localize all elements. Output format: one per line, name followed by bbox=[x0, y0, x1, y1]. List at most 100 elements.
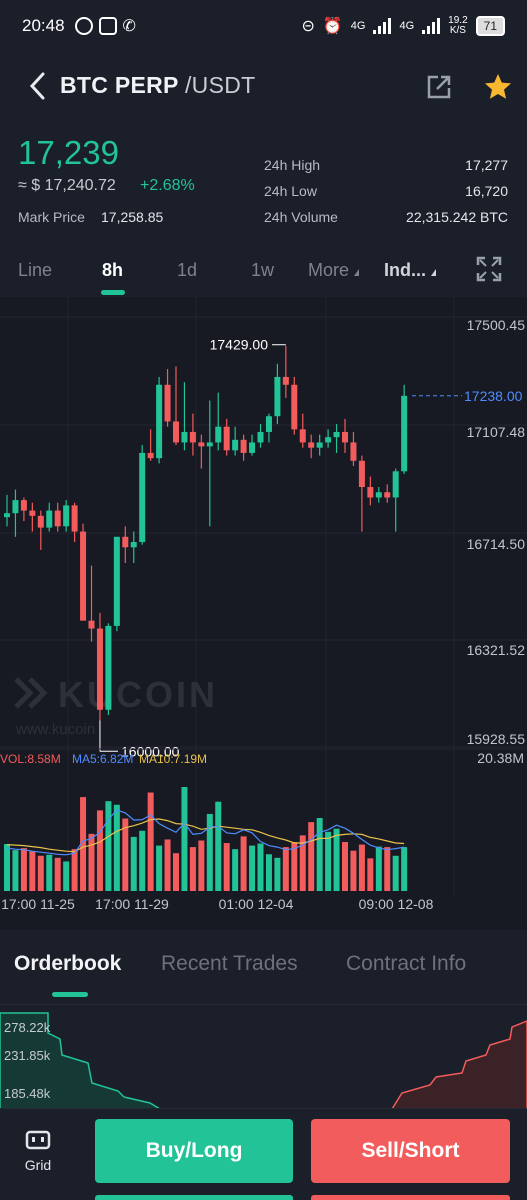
price-change-percent: +2.68% bbox=[140, 177, 195, 194]
candle-body bbox=[29, 510, 36, 516]
candle-body bbox=[265, 416, 272, 432]
candle-body bbox=[181, 431, 188, 443]
candle-body bbox=[274, 376, 281, 417]
candle-body bbox=[80, 531, 87, 621]
volume-axis-label: 20.38M bbox=[477, 750, 524, 766]
volume-bar bbox=[71, 849, 78, 891]
volume-bar bbox=[181, 787, 188, 891]
candle-body bbox=[291, 384, 298, 430]
volume-bar bbox=[54, 857, 61, 891]
ma5-label: MA5:6.82M bbox=[72, 752, 133, 766]
volume-bar bbox=[384, 847, 391, 891]
do-not-disturb-icon: ⊝ bbox=[301, 18, 315, 35]
volume-bar bbox=[249, 845, 256, 891]
volume-bar bbox=[4, 844, 10, 891]
depth-label-3: 185.48k bbox=[4, 1086, 51, 1101]
candle-body bbox=[257, 431, 264, 443]
volume-24h-value: 22,315.242 BTC bbox=[406, 209, 508, 225]
candle-body bbox=[282, 376, 289, 385]
high-24h-value: 17,277 bbox=[465, 157, 508, 173]
volume-bar bbox=[282, 847, 289, 891]
tab-indicators[interactable]: Ind... bbox=[384, 260, 436, 281]
volume-bar bbox=[265, 854, 272, 891]
volume-bar bbox=[139, 830, 146, 891]
mark-price-value: 17,258.85 bbox=[101, 209, 164, 225]
volume-bar bbox=[63, 861, 70, 891]
volume-bar bbox=[375, 846, 382, 891]
candle-body bbox=[12, 500, 19, 514]
volume-bar bbox=[12, 850, 19, 891]
candle-body bbox=[333, 431, 340, 438]
candle-body bbox=[316, 442, 323, 448]
tab-8h[interactable]: 8h bbox=[102, 260, 123, 281]
candle-body bbox=[215, 426, 222, 443]
volume-bar bbox=[308, 822, 315, 891]
volume-bar bbox=[105, 801, 112, 891]
candle-body bbox=[54, 510, 61, 527]
watermark-text: KUCOIN bbox=[58, 674, 218, 715]
candle-body bbox=[46, 510, 53, 528]
tab-line[interactable]: Line bbox=[18, 260, 52, 281]
high-24h-label: 24h High bbox=[264, 157, 321, 173]
candle-body bbox=[71, 505, 78, 532]
candle-body bbox=[249, 442, 256, 453]
candlestick-chart[interactable]: KUCOIN www.kucoin 17500.45 17107.48 16714.50… bbox=[0, 297, 527, 930]
candle-body bbox=[130, 542, 137, 548]
sell-short-button[interactable]: Sell/Short bbox=[311, 1119, 510, 1183]
app-notification-icon bbox=[98, 17, 117, 35]
volume-bar bbox=[88, 833, 95, 891]
price-axis-label: 15928.55 bbox=[467, 731, 526, 747]
tab-1w[interactable]: 1w bbox=[251, 260, 274, 281]
mark-price-label: Mark Price bbox=[18, 209, 85, 225]
grid-bot-icon bbox=[25, 1130, 51, 1150]
grid-button[interactable]: Grid bbox=[18, 1129, 58, 1179]
candle-body bbox=[173, 421, 179, 443]
pair-title[interactable]: BTC PERP /USDT bbox=[60, 72, 255, 99]
candle-body bbox=[384, 492, 391, 498]
back-arrow-icon[interactable] bbox=[28, 72, 46, 100]
price-axis-label: 16714.50 bbox=[467, 536, 526, 552]
tab-orderbook[interactable]: Orderbook bbox=[14, 952, 121, 976]
whatsapp-icon bbox=[74, 17, 93, 35]
fullscreen-icon[interactable] bbox=[476, 256, 502, 282]
tab-contract-info[interactable]: Contract Info bbox=[346, 952, 466, 976]
tab-1d[interactable]: 1d bbox=[177, 260, 197, 281]
volume-bar bbox=[20, 848, 27, 891]
watermark-logo-icon bbox=[14, 677, 48, 709]
candle-body bbox=[325, 437, 332, 443]
orderbook-tabs: Orderbook Recent Trades Contract Info bbox=[0, 940, 527, 1000]
grid-label: Grid bbox=[24, 1157, 52, 1173]
candle-body bbox=[122, 536, 129, 548]
alarm-icon: ⏰ bbox=[322, 18, 343, 35]
low-24h-label: 24h Low bbox=[264, 183, 317, 199]
volume-bar bbox=[392, 855, 399, 891]
candle-body bbox=[189, 431, 196, 443]
volume-bar bbox=[274, 857, 281, 891]
favorite-star-icon[interactable] bbox=[483, 72, 513, 102]
signal-icon-2 bbox=[422, 18, 441, 34]
candle-body bbox=[223, 426, 230, 451]
volume-bar bbox=[189, 847, 196, 891]
net-speed: 19.2 K/S bbox=[448, 15, 468, 36]
buy-long-button[interactable]: Buy/Long bbox=[95, 1119, 293, 1183]
ma10-label: MA10:7.19M bbox=[139, 752, 207, 766]
time-axis-label: 09:00 12-08 bbox=[359, 896, 434, 912]
status-time: 20:48 bbox=[22, 16, 65, 35]
caret-icon bbox=[431, 269, 436, 276]
volume-bar bbox=[130, 836, 137, 891]
depth-label-2: 231.85k bbox=[4, 1048, 51, 1063]
candle-body bbox=[139, 452, 146, 543]
header: BTC PERP /USDT bbox=[0, 58, 527, 114]
tab-more[interactable]: More bbox=[308, 260, 360, 281]
candle-body bbox=[156, 384, 163, 459]
candle-body bbox=[392, 471, 399, 498]
candle-body bbox=[113, 536, 120, 626]
share-external-icon[interactable] bbox=[426, 74, 452, 100]
candle-body bbox=[240, 439, 247, 453]
volume-bar bbox=[401, 847, 408, 891]
volume-bar bbox=[223, 843, 230, 891]
volume-bar bbox=[29, 851, 36, 891]
tab-recent-trades[interactable]: Recent Trades bbox=[161, 952, 298, 976]
signal-icon bbox=[373, 18, 392, 34]
candle-body bbox=[206, 442, 213, 447]
